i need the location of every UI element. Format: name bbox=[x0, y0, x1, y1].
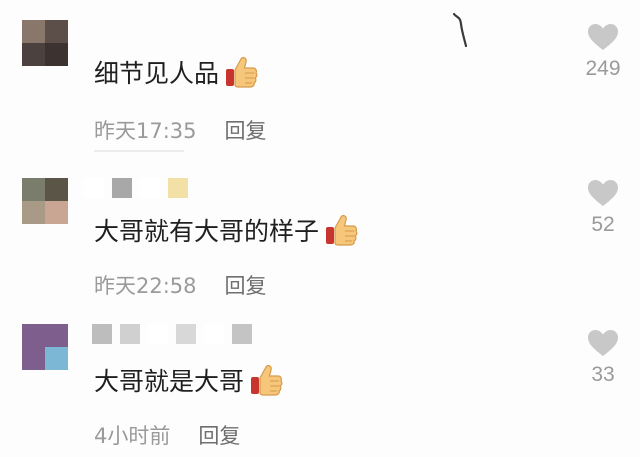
name-block bbox=[92, 324, 112, 344]
comment-item: 细节见人品 昨天17:35 回复 249 bbox=[0, 0, 640, 160]
like-button[interactable]: 52 bbox=[563, 180, 640, 237]
like-button[interactable]: 249 bbox=[563, 24, 640, 81]
avatar[interactable] bbox=[22, 324, 68, 370]
comment-item: 大哥就有大哥的样子 昨天22:58 回复 52 bbox=[0, 160, 640, 310]
comment-text-row: 细节见人品 bbox=[94, 54, 259, 90]
reply-button[interactable]: 回复 bbox=[198, 420, 240, 450]
thumbs-up-icon bbox=[326, 214, 358, 246]
divider bbox=[94, 150, 184, 152]
avatar-tile bbox=[22, 347, 45, 370]
avatar-tile bbox=[22, 324, 45, 347]
reply-button[interactable]: 回复 bbox=[225, 270, 267, 300]
name-block bbox=[140, 178, 160, 198]
username-blurred[interactable] bbox=[92, 324, 252, 344]
avatar-tile bbox=[22, 20, 45, 43]
heart-icon bbox=[588, 180, 618, 206]
username-blurred[interactable] bbox=[84, 178, 188, 198]
avatar-tile bbox=[45, 43, 68, 66]
name-block bbox=[168, 178, 188, 198]
avatar-tile bbox=[22, 43, 45, 66]
comment-meta: 昨天22:58 回复 bbox=[94, 270, 267, 300]
avatar[interactable] bbox=[22, 178, 68, 224]
name-block bbox=[176, 324, 196, 344]
avatar-tile bbox=[45, 201, 68, 224]
avatar-tile bbox=[22, 201, 45, 224]
avatar[interactable] bbox=[22, 20, 68, 66]
name-block bbox=[120, 324, 140, 344]
avatar-tile bbox=[45, 347, 68, 370]
comment-item: 大哥就是大哥 4小时前 回复 33 bbox=[0, 310, 640, 457]
comment-text-row: 大哥就是大哥 bbox=[94, 362, 284, 398]
like-count: 249 bbox=[585, 57, 621, 80]
timestamp: 昨天17:35 bbox=[94, 119, 197, 143]
timestamp: 4小时前 bbox=[94, 424, 171, 448]
comment-meta: 4小时前 回复 bbox=[94, 420, 240, 450]
name-block bbox=[232, 324, 252, 344]
comment-text: 大哥就是大哥 bbox=[94, 367, 245, 396]
like-button[interactable]: 33 bbox=[563, 330, 640, 387]
avatar-tile bbox=[22, 178, 45, 201]
reply-button[interactable]: 回复 bbox=[225, 115, 267, 145]
heart-icon bbox=[588, 330, 618, 356]
comment-text: 大哥就有大哥的样子 bbox=[94, 217, 320, 246]
avatar-tile bbox=[45, 178, 68, 201]
comment-text: 细节见人品 bbox=[94, 59, 220, 88]
comment-meta: 昨天17:35 回复 bbox=[94, 115, 267, 145]
thumbs-up-icon bbox=[226, 56, 258, 88]
name-block bbox=[84, 178, 104, 198]
name-block bbox=[204, 324, 224, 344]
thumbs-up-icon bbox=[251, 364, 283, 396]
avatar-tile bbox=[45, 20, 68, 43]
avatar-tile bbox=[45, 324, 68, 347]
timestamp: 昨天22:58 bbox=[94, 274, 197, 298]
like-count: 52 bbox=[591, 213, 615, 236]
comment-text-row: 大哥就有大哥的样子 bbox=[94, 212, 359, 248]
name-block bbox=[148, 324, 168, 344]
like-count: 33 bbox=[591, 363, 615, 386]
heart-icon bbox=[588, 24, 618, 50]
comment-list: 细节见人品 昨天17:35 回复 249 大哥就有大哥的样子 昨天22:58 回… bbox=[0, 0, 640, 457]
name-block bbox=[112, 178, 132, 198]
